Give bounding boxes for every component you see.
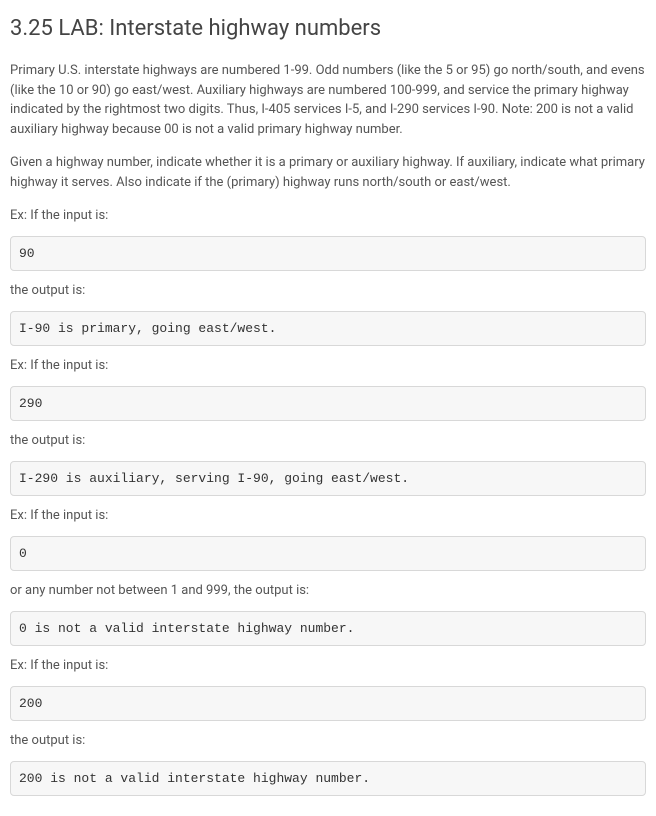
example-output-label: the output is:	[10, 431, 646, 451]
intro-paragraph-1: Primary U.S. interstate highways are num…	[10, 61, 646, 139]
code-output-3: 0 is not a valid interstate highway numb…	[10, 611, 646, 647]
example-input-label: Ex: If the input is:	[10, 506, 646, 526]
code-output-2: I-290 is auxiliary, serving I-90, going …	[10, 461, 646, 497]
example-input-label: Ex: If the input is:	[10, 206, 646, 226]
example-input-label: Ex: If the input is:	[10, 356, 646, 376]
example-output-label: the output is:	[10, 281, 646, 301]
code-input-3: 0	[10, 536, 646, 572]
intro-paragraph-2: Given a highway number, indicate whether…	[10, 153, 646, 192]
code-output-4: 200 is not a valid interstate highway nu…	[10, 761, 646, 797]
example-input-label: Ex: If the input is:	[10, 656, 646, 676]
code-input-1: 90	[10, 236, 646, 272]
page-title: 3.25 LAB: Interstate highway numbers	[10, 12, 646, 45]
example-or-label: or any number not between 1 and 999, the…	[10, 581, 646, 601]
code-output-1: I-90 is primary, going east/west.	[10, 311, 646, 347]
code-input-2: 290	[10, 386, 646, 422]
example-output-label: the output is:	[10, 731, 646, 751]
code-input-4: 200	[10, 686, 646, 722]
